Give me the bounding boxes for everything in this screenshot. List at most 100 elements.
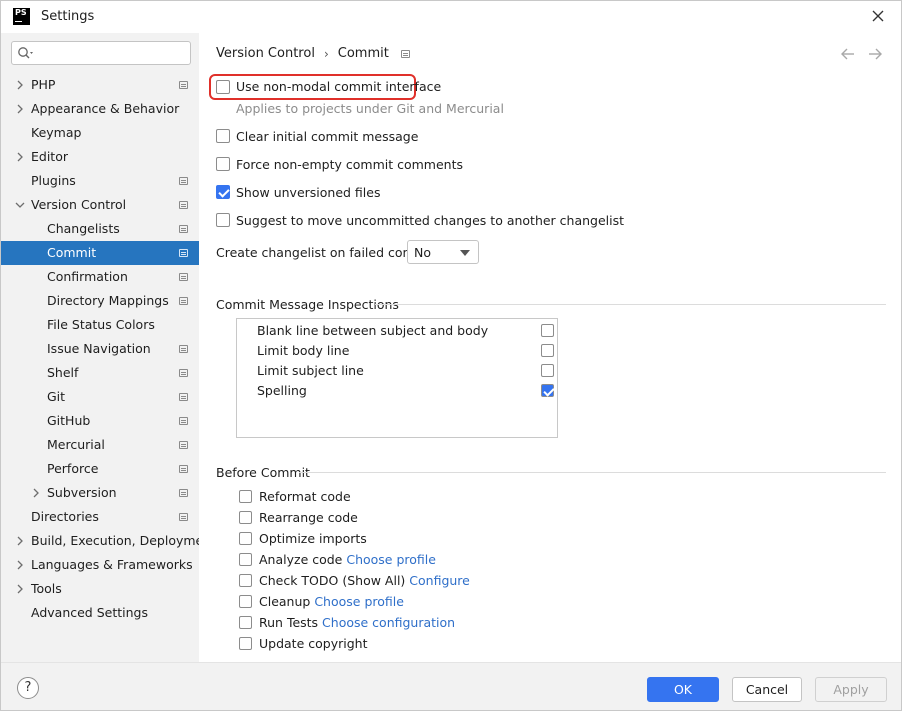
before-commit-item-cleanup[interactable]: Cleanup Choose profile <box>259 594 404 609</box>
inspection-checkbox[interactable] <box>541 324 554 337</box>
clear-initial-commit-label[interactable]: Clear initial commit message <box>236 129 418 144</box>
sidebar-item-label: PHP <box>31 77 56 92</box>
before-commit-label: Update copyright <box>259 636 368 651</box>
inspection-checkbox[interactable] <box>541 364 554 377</box>
project-scope-icon <box>179 177 188 185</box>
sidebar-item-editor[interactable]: Editor <box>1 145 199 169</box>
non-modal-commit-checkbox[interactable] <box>216 80 230 94</box>
breadcrumb-parent[interactable]: Version Control <box>216 46 315 61</box>
clear-initial-commit-checkbox[interactable] <box>216 129 230 143</box>
sidebar-item-commit[interactable]: Commit <box>1 241 199 265</box>
ok-button[interactable]: OK <box>647 677 719 702</box>
before-commit-checkbox-rearrange-code[interactable] <box>239 511 252 524</box>
sidebar-item-label: Perforce <box>47 461 99 476</box>
sidebar-item-directory-mappings[interactable]: Directory Mappings <box>1 289 199 313</box>
sidebar-item-git[interactable]: Git <box>1 385 199 409</box>
chevron-right-icon[interactable] <box>31 488 41 498</box>
sidebar-item-shelf[interactable]: Shelf <box>1 361 199 385</box>
chevron-right-icon[interactable] <box>15 584 25 594</box>
sidebar-item-tools[interactable]: Tools <box>1 577 199 601</box>
inspection-checkbox[interactable] <box>541 384 554 397</box>
arrow-left-icon[interactable] <box>840 47 856 61</box>
sidebar-item-label: GitHub <box>47 413 91 428</box>
sidebar-item-github[interactable]: GitHub <box>1 409 199 433</box>
sidebar-item-label: Appearance & Behavior <box>31 101 180 116</box>
before-commit-item-reformat-code[interactable]: Reformat code <box>259 489 351 504</box>
inspection-row[interactable]: Limit body line <box>237 341 557 361</box>
apply-button[interactable]: Apply <box>815 677 887 702</box>
arrow-right-icon[interactable] <box>867 47 883 61</box>
inspection-label: Spelling <box>257 383 307 398</box>
before-commit-link[interactable]: Choose configuration <box>318 615 455 630</box>
inspections-list: Blank line between subject and body Limit… <box>236 318 558 438</box>
sidebar-item-php[interactable]: PHP <box>1 73 199 97</box>
before-commit-item-rearrange-code[interactable]: Rearrange code <box>259 510 358 525</box>
before-commit-checkbox-cleanup[interactable] <box>239 595 252 608</box>
sidebar-item-label: Languages & Frameworks <box>31 557 193 572</box>
sidebar-item-perforce[interactable]: Perforce <box>1 457 199 481</box>
chevron-down-icon[interactable] <box>15 200 25 210</box>
before-commit-item-analyze-code[interactable]: Analyze code Choose profile <box>259 552 436 567</box>
show-unversioned-label[interactable]: Show unversioned files <box>236 185 380 200</box>
changelist-failed-value: No <box>414 245 431 260</box>
before-commit-checkbox-analyze-code[interactable] <box>239 553 252 566</box>
sidebar-item-confirmation[interactable]: Confirmation <box>1 265 199 289</box>
sidebar-item-build-execution-deployment[interactable]: Build, Execution, Deployment <box>1 529 216 553</box>
project-scope-icon <box>179 489 188 497</box>
before-commit-checkbox-reformat-code[interactable] <box>239 490 252 503</box>
non-modal-commit-label[interactable]: Use non-modal commit interface <box>236 79 441 94</box>
sidebar-item-label: Commit <box>47 245 97 260</box>
show-unversioned-checkbox[interactable] <box>216 185 230 199</box>
sidebar-item-label: Issue Navigation <box>47 341 151 356</box>
chevron-right-icon[interactable] <box>15 536 25 546</box>
sidebar-item-file-status-colors[interactable]: File Status Colors <box>1 313 199 337</box>
before-commit-checkbox-run-tests[interactable] <box>239 616 252 629</box>
sidebar-item-appearance-and-behavior[interactable]: Appearance & Behavior <box>1 97 199 121</box>
before-commit-label: Optimize imports <box>259 531 367 546</box>
sidebar-item-keymap[interactable]: Keymap <box>1 121 199 145</box>
suggest-move-label[interactable]: Suggest to move uncommitted changes to a… <box>236 213 624 228</box>
sidebar-item-languages-and-frameworks[interactable]: Languages & Frameworks <box>1 553 199 577</box>
sidebar-item-version-control[interactable]: Version Control <box>1 193 199 217</box>
before-commit-checkbox-update-copyright[interactable] <box>239 637 252 650</box>
app-logo-text: PS <box>15 8 27 17</box>
force-nonempty-checkbox[interactable] <box>216 157 230 171</box>
before-commit-item-check-todo-show-all[interactable]: Check TODO (Show All) Configure <box>259 573 470 588</box>
before-commit-checkbox-optimize-imports[interactable] <box>239 532 252 545</box>
changelist-failed-dropdown[interactable]: No <box>407 240 479 264</box>
changelist-failed-label: Create changelist on failed commit: <box>216 245 440 260</box>
chevron-right-icon[interactable] <box>15 560 25 570</box>
project-scope-icon <box>179 345 188 353</box>
before-commit-item-update-copyright[interactable]: Update copyright <box>259 636 367 651</box>
force-nonempty-label[interactable]: Force non-empty commit comments <box>236 157 463 172</box>
sidebar-item-issue-navigation[interactable]: Issue Navigation <box>1 337 199 361</box>
sidebar-item-subversion[interactable]: Subversion <box>1 481 199 505</box>
before-commit-item-run-tests[interactable]: Run Tests Choose configuration <box>259 615 455 630</box>
before-commit-link[interactable]: Choose profile <box>342 552 436 567</box>
sidebar-item-plugins[interactable]: Plugins <box>1 169 199 193</box>
sidebar-item-advanced-settings[interactable]: Advanced Settings <box>1 601 199 625</box>
cancel-button[interactable]: Cancel <box>732 677 802 702</box>
chevron-right-icon[interactable] <box>15 80 25 90</box>
before-commit-label: Cleanup <box>259 594 311 609</box>
settings-sidebar: PHP Appearance & Behavior Keymap Editor Plug… <box>1 33 216 662</box>
inspection-row[interactable]: Blank line between subject and body <box>237 321 557 341</box>
sidebar-item-changelists[interactable]: Changelists <box>1 217 199 241</box>
chevron-right-icon[interactable] <box>15 104 25 114</box>
sidebar-item-mercurial[interactable]: Mercurial <box>1 433 199 457</box>
sidebar-item-label: Shelf <box>47 365 79 380</box>
inspection-row[interactable]: Spelling <box>237 381 557 401</box>
inspection-row[interactable]: Limit subject line <box>237 361 557 381</box>
before-commit-label: Reformat code <box>259 489 351 504</box>
close-icon[interactable] <box>869 7 887 25</box>
inspection-checkbox[interactable] <box>541 344 554 357</box>
sidebar-item-directories[interactable]: Directories <box>1 505 199 529</box>
chevron-right-icon[interactable] <box>15 152 25 162</box>
suggest-move-checkbox[interactable] <box>216 213 230 227</box>
before-commit-checkbox-check-todo-show-all[interactable] <box>239 574 252 587</box>
before-commit-item-optimize-imports[interactable]: Optimize imports <box>259 531 367 546</box>
before-commit-link[interactable]: Configure <box>405 573 470 588</box>
settings-search-input[interactable] <box>11 41 191 65</box>
before-commit-link[interactable]: Choose profile <box>310 594 404 609</box>
help-button[interactable]: ? <box>17 677 39 699</box>
